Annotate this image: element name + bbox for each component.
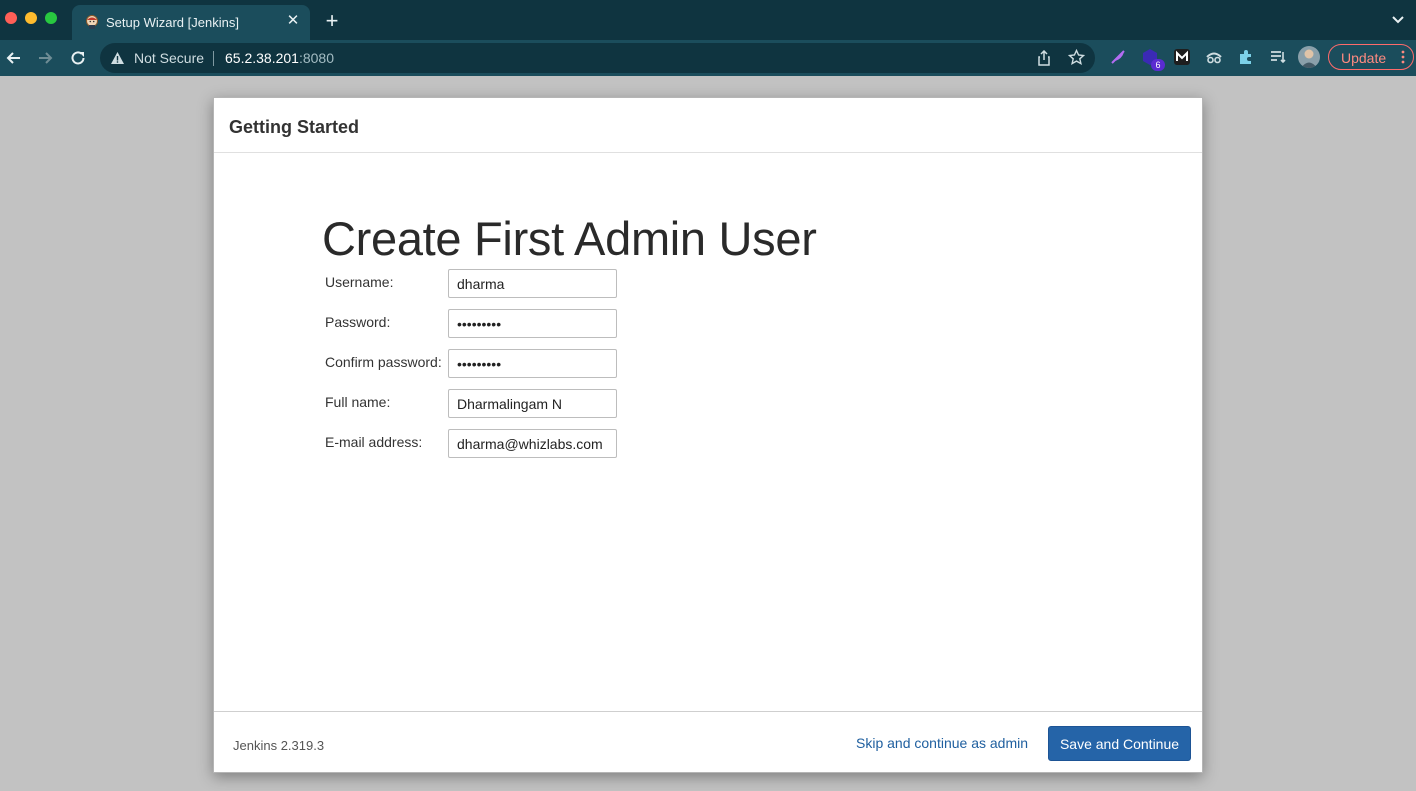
security-status[interactable]: Not Secure	[134, 50, 204, 66]
maximize-window-button[interactable]	[45, 12, 57, 24]
profile-avatar[interactable]	[1298, 46, 1320, 68]
save-and-continue-button[interactable]: Save and Continue	[1048, 726, 1191, 761]
jenkins-favicon-icon	[86, 15, 98, 29]
setup-wizard-dialog: Getting Started Create First Admin User …	[213, 97, 1203, 773]
url-port: :8080	[298, 50, 335, 66]
chevron-down-icon[interactable]	[1390, 12, 1406, 28]
extension-badge: 6	[1151, 59, 1165, 71]
browser-tab-bar: Setup Wizard [Jenkins] ✕ +	[0, 0, 1416, 40]
password-input[interactable]	[448, 309, 617, 338]
avatar-person-icon	[1301, 49, 1317, 68]
email-label: E-mail address:	[325, 434, 423, 450]
incognito-extension-icon[interactable]	[1205, 48, 1223, 66]
email-input[interactable]	[448, 429, 617, 458]
dialog-footer: Jenkins 2.319.3 Skip and continue as adm…	[214, 711, 1202, 772]
m-extension-icon[interactable]	[1173, 48, 1191, 66]
new-tab-button[interactable]: +	[320, 9, 344, 33]
minimize-window-button[interactable]	[25, 12, 37, 24]
close-tab-icon[interactable]: ✕	[284, 12, 302, 30]
update-label: Update	[1341, 50, 1387, 66]
dialog-header: Getting Started	[214, 98, 1202, 153]
forward-arrow-icon[interactable]	[35, 48, 55, 68]
username-label: Username:	[325, 274, 394, 290]
more-menu-icon	[1401, 50, 1405, 64]
warning-icon	[111, 52, 124, 64]
omnibox-divider	[213, 51, 214, 66]
tab-title: Setup Wizard [Jenkins]	[106, 15, 239, 30]
jenkins-version: Jenkins 2.319.3	[233, 738, 325, 753]
page-title: Create First Admin User	[322, 212, 817, 265]
url-text[interactable]: 65.2.38.201:8080	[225, 50, 334, 66]
feather-extension-icon[interactable]	[1109, 48, 1127, 66]
password-label: Password:	[325, 314, 391, 330]
back-arrow-icon[interactable]	[4, 48, 24, 68]
browser-toolbar: Not Secure 65.2.38.201:8080	[0, 40, 1416, 76]
reload-icon[interactable]	[68, 48, 88, 68]
update-browser-button[interactable]: Update	[1328, 44, 1414, 70]
tab-setup-wizard[interactable]: Setup Wizard [Jenkins] ✕	[72, 5, 310, 40]
skip-continue-as-admin-link[interactable]: Skip and continue as admin	[856, 735, 1028, 751]
bookmark-star-icon[interactable]	[1068, 49, 1085, 66]
url-host: 65.2.38.201	[225, 50, 299, 66]
full-name-input[interactable]	[448, 389, 617, 418]
close-window-button[interactable]	[5, 12, 17, 24]
reading-list-icon[interactable]	[1269, 48, 1287, 66]
confirm-password-input[interactable]	[448, 349, 617, 378]
full-name-label: Full name:	[325, 394, 391, 410]
share-icon[interactable]	[1036, 50, 1052, 66]
confirm-password-label: Confirm password:	[325, 354, 442, 370]
address-bar[interactable]: Not Secure 65.2.38.201:8080	[100, 43, 1095, 73]
dialog-title: Getting Started	[229, 117, 360, 137]
puzzle-extensions-icon[interactable]	[1237, 48, 1255, 66]
username-input[interactable]	[448, 269, 617, 298]
